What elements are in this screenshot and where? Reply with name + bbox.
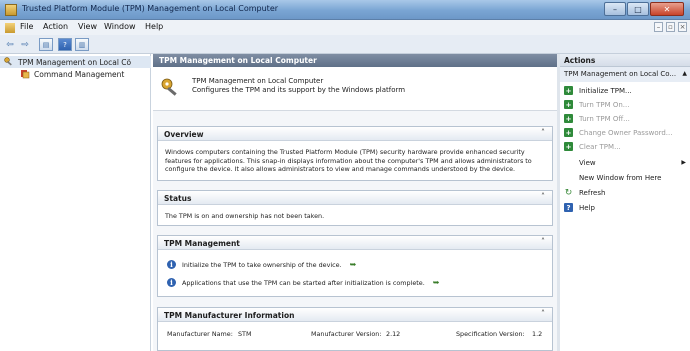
action-label: Help (579, 203, 595, 212)
status-title[interactable]: Status (158, 191, 552, 205)
go-arrow-icon[interactable]: ➥ (433, 278, 440, 287)
manufacturer-name-label: Manufacturer Name: (167, 330, 233, 338)
tpm-action-icon: + (564, 114, 573, 123)
menu-window[interactable]: Window (104, 22, 136, 31)
action-label: View (579, 158, 596, 167)
window-title: Trusted Platform Module (TPM) Management… (22, 4, 279, 13)
action-label: Initialize TPM... (579, 86, 632, 95)
action-clear-tpm[interactable]: + Clear TPM... (560, 140, 690, 153)
action-label: Change Owner Password... (579, 128, 673, 137)
actions-pane: Actions TPM Management on Local Co... ▲ … (560, 54, 690, 351)
console-menu-icon[interactable] (5, 23, 15, 33)
action-label: Turn TPM Off... (579, 114, 630, 123)
toolbar: ⇦ ⇨ ▤ ? ▥ (0, 35, 690, 54)
menu-help[interactable]: Help (145, 22, 163, 31)
action-label: Turn TPM On... (579, 100, 630, 109)
action-label: Refresh (579, 188, 606, 197)
maximize-button[interactable]: □ (627, 2, 649, 16)
action-label: Clear TPM... (579, 142, 621, 151)
action-change-owner-password[interactable]: + Change Owner Password... (560, 126, 690, 139)
center-pane: TPM Management on Local Computer TPM Man… (153, 54, 557, 351)
go-arrow-icon[interactable]: ➥ (350, 260, 357, 269)
action-view[interactable]: View ▶ (560, 156, 690, 169)
manufacturer-section: TPM Manufacturer Information ˄ Manufactu… (157, 307, 553, 351)
help-icon[interactable]: ? (58, 38, 72, 51)
action-pane-icon[interactable]: ▥ (75, 38, 89, 51)
management-item-text: Initialize the TPM to take ownership of … (182, 260, 342, 269)
actions-subheader-label: TPM Management on Local Co... (564, 70, 677, 78)
menu-file[interactable]: File (20, 22, 33, 31)
mdi-minimize-button[interactable]: – (654, 22, 663, 32)
collapse-arrow-icon[interactable]: ▲ (682, 70, 687, 77)
intro-banner: TPM Management on Local Computer Configu… (153, 67, 557, 111)
minimize-button[interactable]: – (604, 2, 626, 16)
action-turn-tpm-on[interactable]: + Turn TPM On... (560, 98, 690, 111)
window-controls: – □ ✕ (604, 2, 684, 16)
manufacturer-name-value: STM (238, 330, 252, 338)
console-tree-icon[interactable]: ▤ (39, 38, 53, 51)
info-icon: i (167, 260, 176, 269)
command-icon (20, 69, 30, 79)
actions-header: Actions (560, 54, 690, 67)
help-icon: ? (564, 203, 573, 212)
manufacturer-version-label: Manufacturer Version: (311, 330, 382, 338)
action-refresh[interactable]: ↻ Refresh (560, 186, 690, 199)
center-pane-header: TPM Management on Local Computer (153, 54, 557, 67)
overview-text: Windows computers containing the Trusted… (165, 148, 545, 174)
spec-version-value: 1.2 (532, 330, 543, 338)
menu-bar: File Action View Window Help – ▫ × (0, 20, 690, 35)
action-initialize-tpm[interactable]: + Initialize TPM... (560, 84, 690, 97)
management-item: i Initialize the TPM to take ownership o… (167, 260, 356, 269)
collapse-icon[interactable]: ˄ (541, 309, 545, 318)
info-icon: i (167, 278, 176, 287)
tpm-key-icon (4, 57, 14, 67)
manufacturer-version-value: 2.12 (386, 330, 401, 338)
overview-line: features for applications. This snap-in … (165, 156, 532, 165)
close-button[interactable]: ✕ (650, 2, 684, 16)
back-icon[interactable]: ⇦ (3, 38, 17, 51)
intro-title: TPM Management on Local Computer (192, 77, 324, 85)
submenu-arrow-icon: ▶ (681, 159, 686, 166)
refresh-icon: ↻ (564, 187, 573, 198)
overview-section: Overview ˄ Windows computers containing … (157, 126, 553, 181)
tree-item-label: Command Management (34, 69, 125, 79)
manufacturer-title[interactable]: TPM Manufacturer Information (158, 308, 552, 322)
tpm-action-icon: + (564, 100, 573, 109)
tree-item-tpm-management[interactable]: TPM Management on Local Cö (0, 56, 151, 68)
tpm-key-icon (160, 77, 180, 97)
forward-icon[interactable]: ⇨ (18, 38, 32, 51)
collapse-icon[interactable]: ˄ (541, 192, 545, 201)
action-label: New Window from Here (579, 173, 662, 182)
status-section: Status ˄ The TPM is on and ownership has… (157, 190, 553, 226)
mdi-close-button[interactable]: × (678, 22, 687, 32)
action-help[interactable]: ? Help (560, 201, 690, 214)
menu-view[interactable]: View (78, 22, 97, 31)
spec-version-label: Specification Version: (456, 330, 525, 338)
mdi-restore-button[interactable]: ▫ (666, 22, 675, 32)
overview-line: configure the device. It also allows adm… (165, 165, 516, 174)
management-item: i Applications that use the TPM can be s… (167, 278, 439, 287)
tpm-management-section: TPM Management ˄ i Initialize the TPM to… (157, 235, 553, 297)
status-text: The TPM is on and ownership has not been… (165, 212, 325, 220)
collapse-icon[interactable]: ˄ (541, 128, 545, 137)
console-tree: TPM Management on Local Cö Command Manag… (0, 54, 151, 351)
app-icon (5, 4, 17, 16)
tpm-action-icon: + (564, 86, 573, 95)
tree-item-command-management[interactable]: Command Management (0, 68, 124, 80)
actions-subheader[interactable]: TPM Management on Local Co... ▲ (560, 67, 690, 82)
tree-item-label: TPM Management on Local Cö (18, 57, 132, 67)
intro-description: Configures the TPM and its support by th… (192, 86, 406, 94)
action-turn-tpm-off[interactable]: + Turn TPM Off... (560, 112, 690, 125)
management-item-text: Applications that use the TPM can be sta… (182, 278, 425, 287)
overview-title[interactable]: Overview (158, 127, 552, 141)
collapse-icon[interactable]: ˄ (541, 237, 545, 246)
menu-action[interactable]: Action (43, 22, 68, 31)
action-new-window[interactable]: New Window from Here (560, 171, 690, 184)
overview-line: Windows computers containing the Trusted… (165, 148, 525, 156)
tpm-management-title[interactable]: TPM Management (158, 236, 552, 250)
tpm-action-icon: + (564, 128, 573, 137)
title-bar: Trusted Platform Module (TPM) Management… (0, 0, 690, 20)
tpm-action-icon: + (564, 142, 573, 151)
